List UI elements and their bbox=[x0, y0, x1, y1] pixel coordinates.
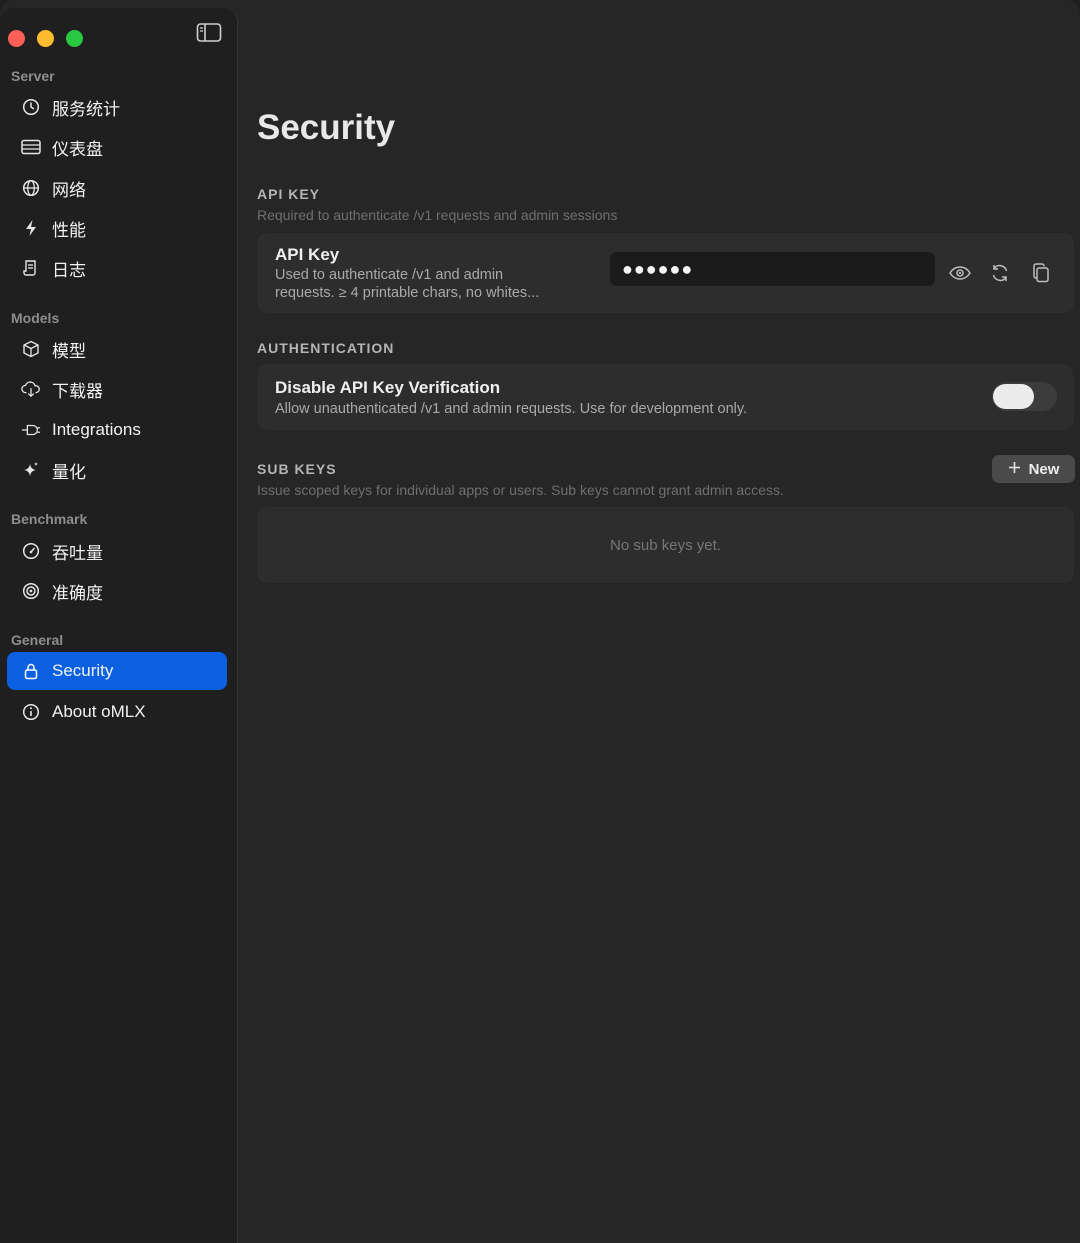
lock-icon bbox=[21, 661, 41, 681]
window-controls bbox=[8, 30, 83, 47]
disable-verification-title: Disable API Key Verification bbox=[275, 378, 501, 397]
sidebar-item-label: 量化 bbox=[52, 462, 86, 482]
app-window: Server 服务统计 仪表盘 网络 性能 日志 Models 模型 下载器 I… bbox=[0, 0, 1080, 1243]
sidebar-item-network[interactable]: 网络 bbox=[7, 169, 227, 207]
sidebar-item-label: 服务统计 bbox=[52, 99, 120, 119]
sidebar-toggle-icon[interactable] bbox=[196, 22, 222, 44]
globe-icon bbox=[21, 178, 41, 198]
server-rack-icon bbox=[21, 137, 41, 157]
sidebar-item-label: 日志 bbox=[52, 260, 86, 280]
clock-icon bbox=[21, 97, 41, 117]
scroll-icon bbox=[21, 258, 41, 278]
cube-icon bbox=[21, 339, 41, 359]
api-key-masked-value: ●●●●●● bbox=[622, 258, 694, 279]
zoom-window-button[interactable] bbox=[66, 30, 83, 47]
sidebar-item-service-stats[interactable]: 服务统计 bbox=[7, 88, 227, 126]
info-icon bbox=[21, 702, 41, 722]
target-icon bbox=[21, 581, 41, 601]
copy-icon[interactable] bbox=[1028, 260, 1054, 286]
sidebar-item-label: 仪表盘 bbox=[52, 139, 103, 159]
auth-section-label: AUTHENTICATION bbox=[257, 340, 395, 356]
api-key-desc-line-2: requests. ≥ 4 printable chars, no whites… bbox=[275, 285, 540, 301]
sparkle-icon bbox=[21, 460, 41, 480]
sub-keys-empty-state: No sub keys yet. bbox=[610, 537, 721, 554]
sidebar-item-label: 模型 bbox=[52, 341, 86, 361]
page-title: Security bbox=[257, 108, 396, 147]
sidebar-item-quantization[interactable]: 量化 bbox=[7, 451, 227, 489]
sub-keys-card: No sub keys yet. bbox=[257, 507, 1074, 583]
sidebar-item-label: About oMLX bbox=[52, 702, 146, 721]
sidebar: Server 服务统计 仪表盘 网络 性能 日志 Models 模型 下载器 I… bbox=[0, 8, 238, 1243]
sidebar-section-server: Server bbox=[11, 68, 55, 84]
sidebar-item-label: Integrations bbox=[52, 420, 141, 439]
disable-verification-toggle[interactable] bbox=[992, 382, 1057, 411]
new-button-label: New bbox=[1028, 460, 1060, 478]
api-key-row-description: Used to authenticate /v1 and admin reque… bbox=[275, 266, 539, 302]
sidebar-item-label: 准确度 bbox=[52, 583, 103, 603]
sidebar-section-general: General bbox=[11, 632, 64, 648]
sidebar-item-logs[interactable]: 日志 bbox=[7, 249, 227, 287]
gauge-icon bbox=[21, 541, 41, 561]
sidebar-item-label: 下载器 bbox=[52, 381, 103, 401]
sidebar-item-accuracy[interactable]: 准确度 bbox=[7, 572, 227, 610]
new-sub-key-button[interactable]: New bbox=[992, 455, 1075, 483]
close-window-button[interactable] bbox=[8, 30, 25, 47]
sub-keys-section-description: Issue scoped keys for individual apps or… bbox=[257, 482, 784, 498]
sub-keys-section-label: SUB KEYS bbox=[257, 461, 337, 477]
sidebar-item-label: Security bbox=[52, 661, 114, 680]
bolt-icon bbox=[21, 218, 41, 238]
sidebar-item-label: 性能 bbox=[52, 220, 86, 240]
plus-icon bbox=[1008, 461, 1021, 478]
refresh-icon[interactable] bbox=[987, 260, 1013, 286]
api-key-section-label: API KEY bbox=[257, 186, 321, 202]
plug-icon bbox=[21, 420, 41, 440]
sidebar-item-downloader[interactable]: 下载器 bbox=[7, 370, 227, 408]
toggle-knob bbox=[993, 384, 1034, 409]
minimize-window-button[interactable] bbox=[37, 30, 54, 47]
api-key-input[interactable]: ●●●●●● bbox=[610, 252, 935, 286]
sidebar-item-models[interactable]: 模型 bbox=[7, 330, 227, 368]
api-key-row-title: API Key bbox=[275, 245, 340, 264]
sidebar-item-label: 网络 bbox=[52, 180, 86, 200]
auth-card: Disable API Key Verification Allow unaut… bbox=[257, 364, 1074, 430]
sidebar-section-models: Models bbox=[11, 310, 60, 326]
api-key-section-description: Required to authenticate /v1 requests an… bbox=[257, 207, 618, 223]
eye-icon[interactable] bbox=[947, 260, 973, 286]
api-key-card: API Key Used to authenticate /v1 and adm… bbox=[257, 233, 1074, 313]
sidebar-item-label: 吞吐量 bbox=[52, 543, 103, 563]
sidebar-item-throughput[interactable]: 吞吐量 bbox=[7, 532, 227, 570]
sidebar-section-benchmark: Benchmark bbox=[11, 511, 88, 527]
sidebar-item-integrations[interactable]: Integrations bbox=[7, 411, 227, 449]
sidebar-item-security[interactable]: Security bbox=[7, 652, 227, 690]
disable-verification-description: Allow unauthenticated /v1 and admin requ… bbox=[275, 401, 748, 417]
cloud-download-icon bbox=[21, 379, 41, 399]
api-key-desc-line-1: Used to authenticate /v1 and admin bbox=[275, 267, 504, 283]
sidebar-item-dashboard[interactable]: 仪表盘 bbox=[7, 128, 227, 166]
sidebar-item-performance[interactable]: 性能 bbox=[7, 209, 227, 247]
sidebar-item-about[interactable]: About oMLX bbox=[7, 693, 227, 731]
